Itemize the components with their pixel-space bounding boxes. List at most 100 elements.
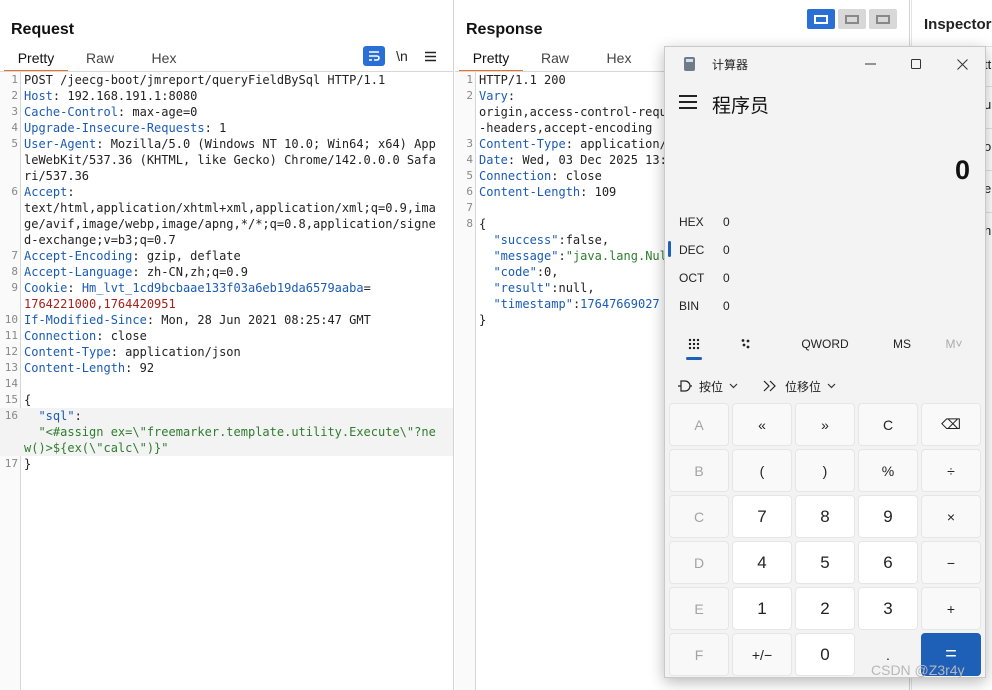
close-button[interactable] bbox=[939, 51, 985, 77]
digit-6-key[interactable]: 6 bbox=[858, 541, 918, 584]
code-token: POST /jeecg-boot/jmreport/queryFieldBySq… bbox=[24, 73, 386, 87]
code-token: Content-Type bbox=[24, 345, 111, 359]
line-number: 13 bbox=[4, 361, 18, 374]
code-line: 3 Cache-Control: max-age=0 bbox=[0, 104, 453, 120]
close-paren-key[interactable]: ) bbox=[795, 449, 855, 492]
code-token: 17647669027 bbox=[580, 297, 660, 311]
calculator-window-title: 计算器 bbox=[712, 58, 749, 72]
code-token: Accept-Language bbox=[24, 265, 133, 279]
tab-hex[interactable]: Hex bbox=[587, 47, 651, 72]
code-token: Hm_lvt_1cd9bcbaae133f03a6eb19da6579aaba bbox=[81, 281, 364, 295]
code-token: Connection bbox=[24, 329, 97, 343]
backspace-key[interactable]: ⌫ bbox=[921, 403, 981, 446]
hamburger-icon[interactable] bbox=[419, 46, 441, 66]
shift-right-key[interactable]: » bbox=[795, 403, 855, 446]
line-number: 6 bbox=[466, 185, 473, 198]
line-number: 17 bbox=[4, 457, 18, 470]
code-token: "java.lang.Nul bbox=[565, 249, 667, 263]
minimize-button[interactable] bbox=[847, 51, 893, 77]
add-key[interactable]: + bbox=[921, 587, 981, 630]
code-token: : application/json bbox=[110, 345, 241, 359]
code-token: : bbox=[67, 281, 82, 295]
code-token: Content-Type bbox=[479, 137, 566, 151]
full-keypad-icon[interactable] bbox=[679, 330, 709, 360]
shift-left-key[interactable]: « bbox=[732, 403, 792, 446]
line-number: 11 bbox=[4, 329, 18, 342]
layout-tabs-icon[interactable] bbox=[869, 9, 897, 29]
subtract-key[interactable]: − bbox=[921, 541, 981, 584]
code-line: 17} bbox=[0, 456, 453, 472]
code-token: } bbox=[479, 313, 487, 327]
line-number: 5 bbox=[466, 169, 473, 182]
tab-pretty[interactable]: Pretty bbox=[459, 47, 523, 72]
line-number: 15 bbox=[4, 393, 18, 406]
navigation-menu-icon[interactable] bbox=[679, 95, 697, 111]
radix-oct[interactable]: OCT 0 bbox=[665, 264, 825, 292]
code-token: "success" bbox=[493, 233, 559, 247]
digit-5-key[interactable]: 5 bbox=[795, 541, 855, 584]
digit-4-key[interactable]: 4 bbox=[732, 541, 792, 584]
code-token: Date bbox=[479, 153, 508, 167]
request-editor[interactable]: 1 POST /jeecg-boot/jmreport/queryFieldByS… bbox=[0, 72, 453, 690]
radix-dec[interactable]: DEC 0 bbox=[665, 236, 825, 264]
line-number: 16 bbox=[4, 409, 18, 422]
newline-toggle-button[interactable]: \n bbox=[391, 46, 413, 66]
radix-hex[interactable]: HEX 0 bbox=[665, 208, 825, 236]
layout-stacked-icon[interactable] bbox=[838, 9, 866, 29]
code-token: "code" bbox=[493, 265, 537, 279]
word-size-button[interactable]: QWORD bbox=[795, 330, 855, 358]
digit-2-key[interactable]: 2 bbox=[795, 587, 855, 630]
memory-list-button[interactable]: M˅ bbox=[939, 330, 969, 358]
layout-side-by-side-icon[interactable] bbox=[807, 9, 835, 29]
line-number: 2 bbox=[11, 89, 18, 102]
multiply-key[interactable]: × bbox=[921, 495, 981, 538]
code-token: If-Modified-Since bbox=[24, 313, 147, 327]
code-token: { bbox=[24, 393, 32, 407]
digit-3-key[interactable]: 3 bbox=[858, 587, 918, 630]
tab-raw[interactable]: Raw bbox=[523, 47, 587, 72]
code-token: "result" bbox=[493, 281, 552, 295]
code-token: Accept-Encoding bbox=[24, 249, 133, 263]
bit-toggle-keypad-icon[interactable] bbox=[731, 330, 761, 358]
code-line: 10 If-Modified-Since: Mon, 28 Jun 2021 08… bbox=[0, 312, 453, 328]
open-paren-key[interactable]: ( bbox=[732, 449, 792, 492]
code-token: HTTP/1.1 200 bbox=[479, 73, 566, 87]
radix-bin[interactable]: BIN 0 bbox=[665, 292, 825, 320]
divide-key[interactable]: ÷ bbox=[921, 449, 981, 492]
code-token: Accept bbox=[24, 185, 68, 199]
line-number: 3 bbox=[11, 105, 18, 118]
digit-8-key[interactable]: 8 bbox=[795, 495, 855, 538]
clear-key[interactable]: C bbox=[858, 403, 918, 446]
tab-pretty[interactable]: Pretty bbox=[4, 47, 68, 72]
tab-raw[interactable]: Raw bbox=[68, 47, 132, 72]
code-token: Vary bbox=[479, 89, 508, 103]
code-line: 6 Accept: text/html,application/xhtml+xml… bbox=[0, 184, 453, 248]
code-line: 7 Accept-Encoding: gzip, deflate bbox=[0, 248, 453, 264]
bitwise-dropdown[interactable]: 按位 bbox=[677, 374, 738, 398]
tab-hex[interactable]: Hex bbox=[132, 47, 196, 72]
digit-0-key[interactable]: 0 bbox=[795, 633, 855, 676]
code-line: 5 User-Agent: Mozilla/5.0 (Windows NT 10.… bbox=[0, 136, 453, 184]
maximize-button[interactable] bbox=[893, 51, 939, 77]
code-token: Connection bbox=[479, 169, 552, 183]
code-line: 1 POST /jeecg-boot/jmreport/queryFieldByS… bbox=[0, 72, 453, 88]
line-number: 8 bbox=[466, 217, 473, 230]
calculator-titlebar[interactable]: 计算器 bbox=[665, 47, 985, 81]
line-number: 7 bbox=[11, 249, 18, 262]
modulo-key[interactable]: % bbox=[858, 449, 918, 492]
hex-digit-b-key: B bbox=[669, 449, 729, 492]
code-line: 12 Content-Type: application/json bbox=[0, 344, 453, 360]
code-token: { bbox=[479, 217, 487, 231]
digit-1-key[interactable]: 1 bbox=[732, 587, 792, 630]
memory-store-button[interactable]: MS bbox=[887, 330, 917, 358]
digit-9-key[interactable]: 9 bbox=[858, 495, 918, 538]
code-token: Host bbox=[24, 89, 53, 103]
bitshift-dropdown[interactable]: 位移位 bbox=[763, 374, 836, 398]
digit-7-key[interactable]: 7 bbox=[732, 495, 792, 538]
line-number: 1 bbox=[11, 73, 18, 86]
bitshift-icon bbox=[763, 380, 776, 392]
wrap-lines-icon[interactable] bbox=[363, 46, 385, 66]
negate-key[interactable]: +/− bbox=[732, 633, 792, 676]
